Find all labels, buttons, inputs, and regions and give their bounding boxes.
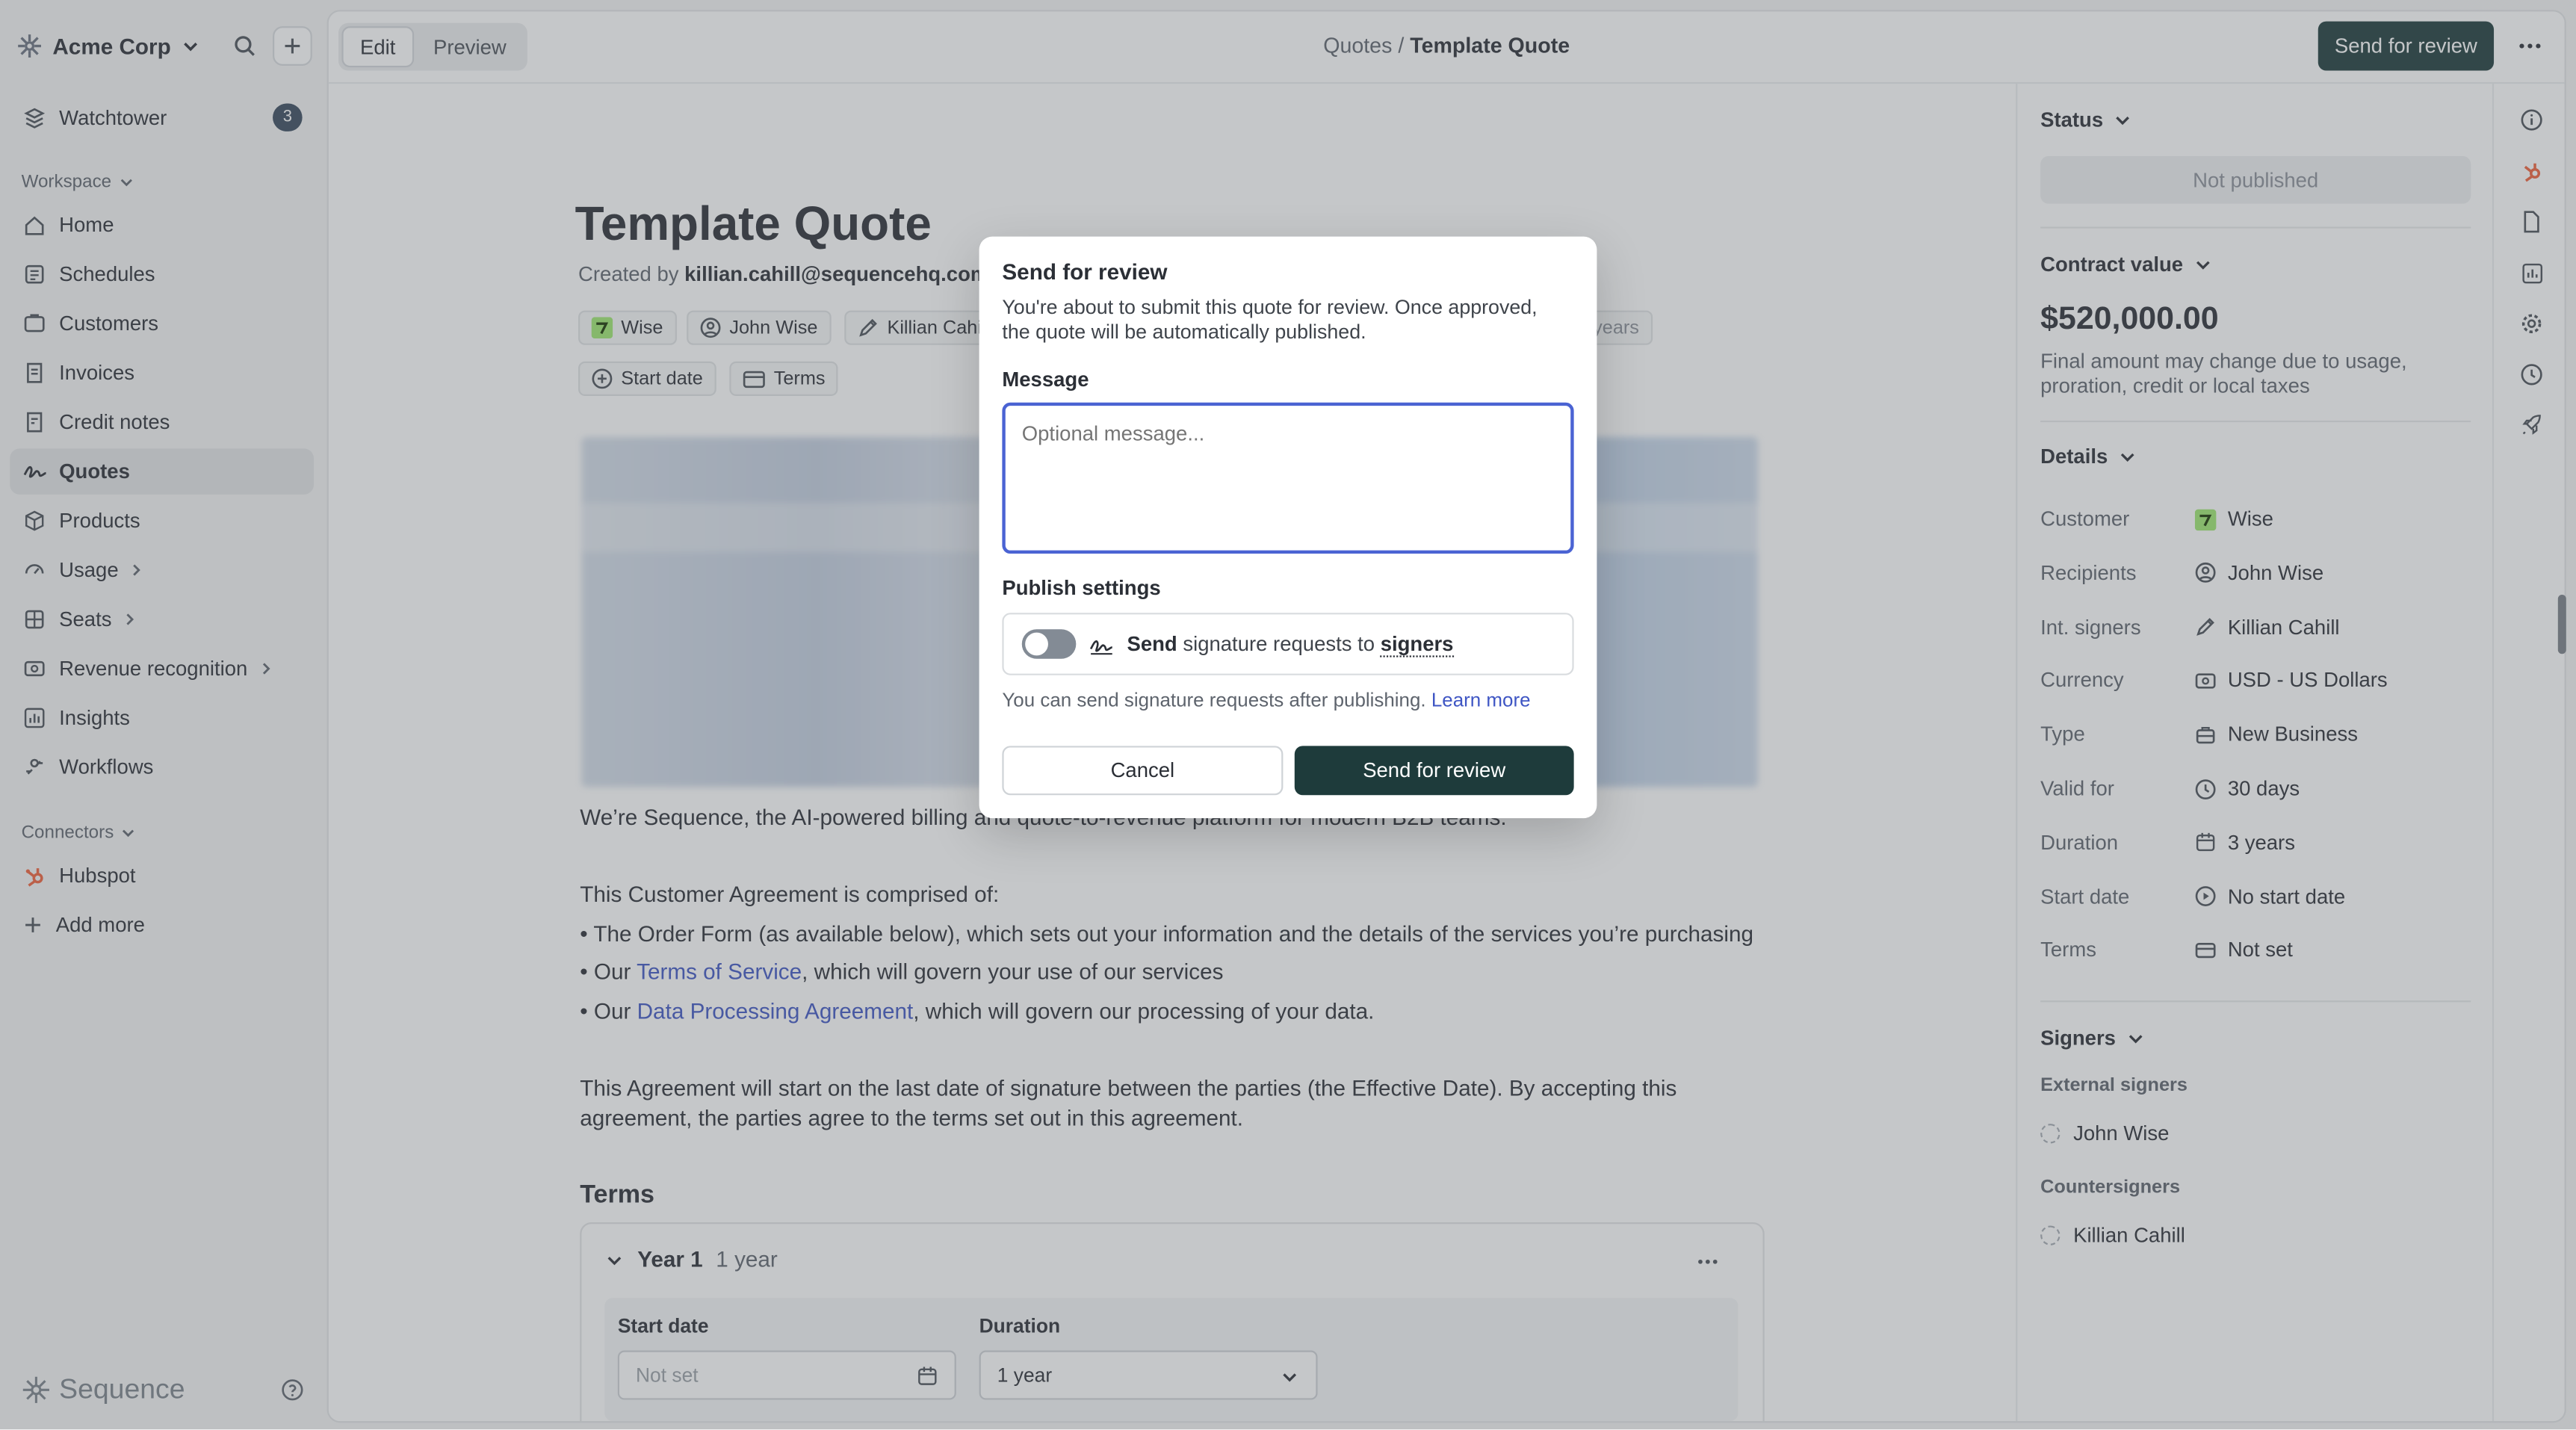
dialog-description: You're about to submit this quote for re… xyxy=(1002,295,1538,344)
message-input[interactable] xyxy=(1002,402,1574,554)
signature-request-setting: Send signature requests to signers xyxy=(1002,613,1574,675)
dialog-title: Send for review xyxy=(1002,259,1168,285)
message-label: Message xyxy=(1002,368,1089,391)
publish-hint: You can send signature requests after pu… xyxy=(1002,688,1530,711)
submit-review-button[interactable]: Send for review xyxy=(1294,746,1574,796)
publish-settings-label: Publish settings xyxy=(1002,576,1161,600)
signature-icon xyxy=(1089,634,1114,655)
signers-link[interactable]: signers xyxy=(1381,632,1454,657)
cancel-button[interactable]: Cancel xyxy=(1002,746,1284,796)
learn-more-link[interactable]: Learn more xyxy=(1431,688,1531,711)
hint-text: You can send signature requests after pu… xyxy=(1002,688,1431,712)
signature-request-toggle[interactable] xyxy=(1021,629,1077,659)
signature-request-text: Send signature requests to signers xyxy=(1127,632,1454,657)
send-for-review-dialog: Send for review You're about to submit t… xyxy=(979,236,1597,819)
switch-text: signature requests to xyxy=(1177,632,1381,656)
switch-bold-text: Send xyxy=(1127,632,1177,656)
